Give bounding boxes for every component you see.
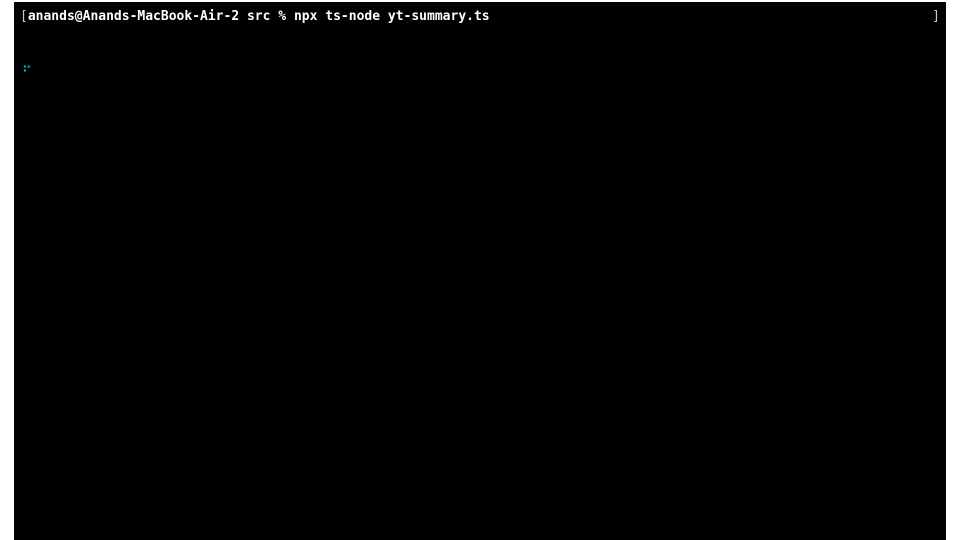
prompt-command: npx ts-node yt-summary.ts <box>294 8 490 26</box>
terminal-window[interactable]: [ anands@Anands-MacBook-Air-2 src % npx … <box>14 2 946 540</box>
prompt-user-host: anands@Anands-MacBook-Air-2 <box>28 8 239 26</box>
prompt-line: [ anands@Anands-MacBook-Air-2 src % npx … <box>20 8 940 26</box>
prompt-symbol: % <box>278 8 286 26</box>
spinner-line: ⠋ <box>20 64 940 82</box>
prompt-open-bracket: [ <box>20 8 28 26</box>
prompt-close-bracket: ] <box>932 8 940 26</box>
loading-spinner-icon: ⠋ <box>22 64 32 82</box>
prompt-directory: src <box>247 8 270 26</box>
